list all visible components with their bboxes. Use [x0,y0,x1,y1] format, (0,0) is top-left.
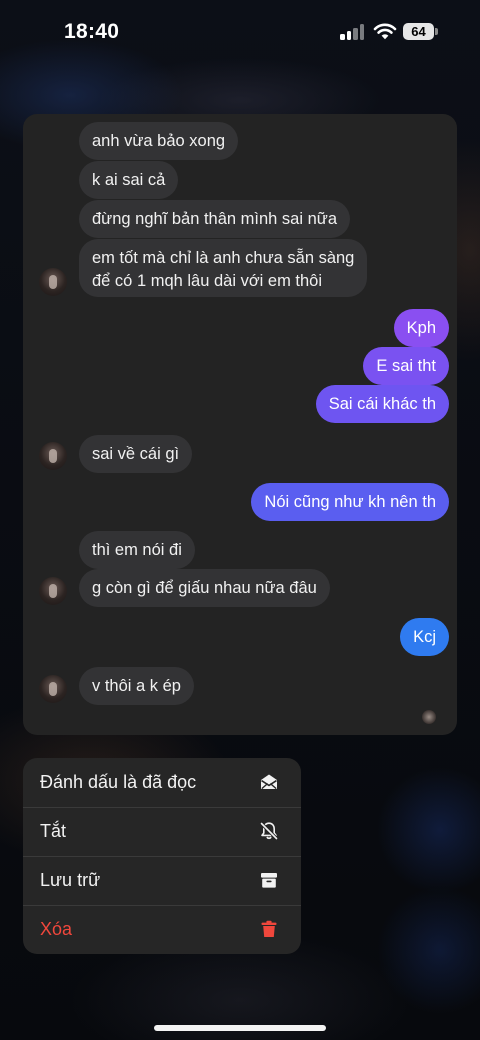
incoming-message: sai về cái gì [79,435,193,473]
outgoing-message: E sai tht [363,347,449,385]
outgoing-message: Nói cũng như kh nên th [251,483,449,521]
battery-level: 64 [411,24,426,39]
incoming-message: k ai sai cả [79,161,179,199]
menu-item-mark-as-read[interactable]: Đánh dấu là đã đọc [23,758,301,807]
outgoing-message: Kph [393,309,449,347]
incoming-message: đừng nghĩ bản thân mình sai nữa [79,200,351,238]
menu-item-label: Tắt [40,821,67,841]
chat-preview-panel[interactable]: anh vừa bảo xong k ai sai cả đừng nghĩ b… [23,114,457,735]
context-menu: Đánh dấu là đã đọc Tắt Lưu trữ Xóa [23,758,301,954]
menu-item-archive[interactable]: Lưu trữ [23,856,301,905]
battery-indicator: 64 [403,23,434,40]
battery-tip [435,28,438,35]
menu-item-label: Lưu trữ [40,870,101,890]
menu-item-label: Đánh dấu là đã đọc [40,772,197,792]
contact-avatar [39,577,67,605]
contact-avatar [39,442,67,470]
incoming-message: thì em nói đi [79,531,195,569]
status-bar: 18:40 64 [0,0,480,64]
status-time: 18:40 [64,20,120,43]
archive-box-icon [261,873,277,888]
bell-slash-icon [260,822,278,840]
cellular-signal-icon [340,24,366,40]
message-line: để có 1 mqh lâu dài với em thôi [92,272,323,290]
menu-item-delete[interactable]: Xóa [23,905,301,954]
menu-item-label: Xóa [40,919,73,939]
trash-icon [261,920,277,937]
incoming-message: v thôi a k ép [79,667,194,705]
contact-avatar [39,675,67,703]
message-line: em tốt mà chỉ là anh chưa sẵn sàng [92,249,355,267]
wifi-icon [373,23,397,40]
incoming-message: em tốt mà chỉ là anh chưa sẵn sàng để có… [79,239,368,297]
seen-receipt-avatar [422,710,436,724]
outgoing-message: Kcj [400,618,449,656]
incoming-message: g còn gì để giấu nhau nữa đâu [79,569,330,607]
menu-item-mute[interactable]: Tắt [23,807,301,856]
contact-avatar [39,268,67,296]
envelope-open-icon [261,774,277,790]
incoming-message: anh vừa bảo xong [79,122,239,160]
home-indicator[interactable] [154,1025,326,1031]
outgoing-message: Sai cái khác th [315,385,449,423]
